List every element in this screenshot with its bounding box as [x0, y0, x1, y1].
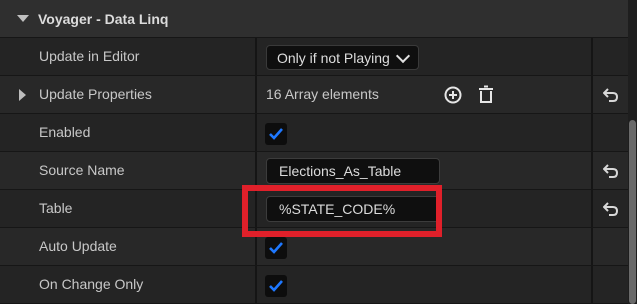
reset-to-default-icon[interactable] — [602, 88, 619, 102]
table-input[interactable]: %STATE_CODE% — [266, 196, 440, 222]
property-label: Auto Update — [39, 238, 117, 254]
details-panel: Voyager - Data Linq Update in Editor Onl… — [0, 0, 637, 304]
dropdown-selected-value: Only if not Playing — [277, 49, 390, 66]
property-row-table: Table %STATE_CODE% — [0, 190, 628, 228]
reset-to-default-icon[interactable] — [602, 202, 619, 216]
array-count-text: 16 Array elements — [266, 86, 379, 102]
reset-to-default-icon[interactable] — [602, 164, 619, 178]
expand-arrow-icon[interactable] — [19, 89, 26, 101]
update-in-editor-dropdown[interactable]: Only if not Playing — [266, 45, 419, 70]
trash-icon[interactable] — [476, 85, 496, 105]
property-row-source-name: Source Name Elections_As_Table — [0, 152, 628, 190]
property-label: On Change Only — [39, 276, 144, 292]
property-row-on-change-only: On Change Only — [0, 266, 628, 304]
property-label: Update in Editor — [39, 48, 140, 64]
collapse-triangle-icon[interactable] — [17, 15, 29, 22]
source-name-input[interactable]: Elections_As_Table — [266, 158, 440, 184]
section-title: Voyager - Data Linq — [38, 10, 169, 27]
chevron-down-icon — [395, 48, 410, 63]
property-row-update-in-editor: Update in Editor Only if not Playing — [0, 38, 628, 76]
property-label: Source Name — [39, 162, 125, 178]
checkmark-icon — [269, 280, 283, 292]
section-header[interactable]: Voyager - Data Linq — [0, 0, 628, 38]
property-row-update-properties: Update Properties 16 Array elements — [0, 76, 628, 114]
property-label: Enabled — [39, 124, 91, 140]
add-element-icon[interactable] — [443, 85, 463, 105]
scrollbar-thumb[interactable] — [629, 120, 636, 304]
property-label: Table — [39, 200, 73, 216]
property-row-enabled: Enabled — [0, 114, 628, 152]
on-change-only-checkbox[interactable] — [265, 275, 287, 297]
checkmark-icon — [269, 128, 283, 140]
property-label: Update Properties — [39, 86, 152, 102]
enabled-checkbox[interactable] — [265, 123, 287, 145]
property-row-auto-update: Auto Update — [0, 228, 628, 266]
checkmark-icon — [269, 242, 283, 254]
auto-update-checkbox[interactable] — [265, 237, 287, 259]
